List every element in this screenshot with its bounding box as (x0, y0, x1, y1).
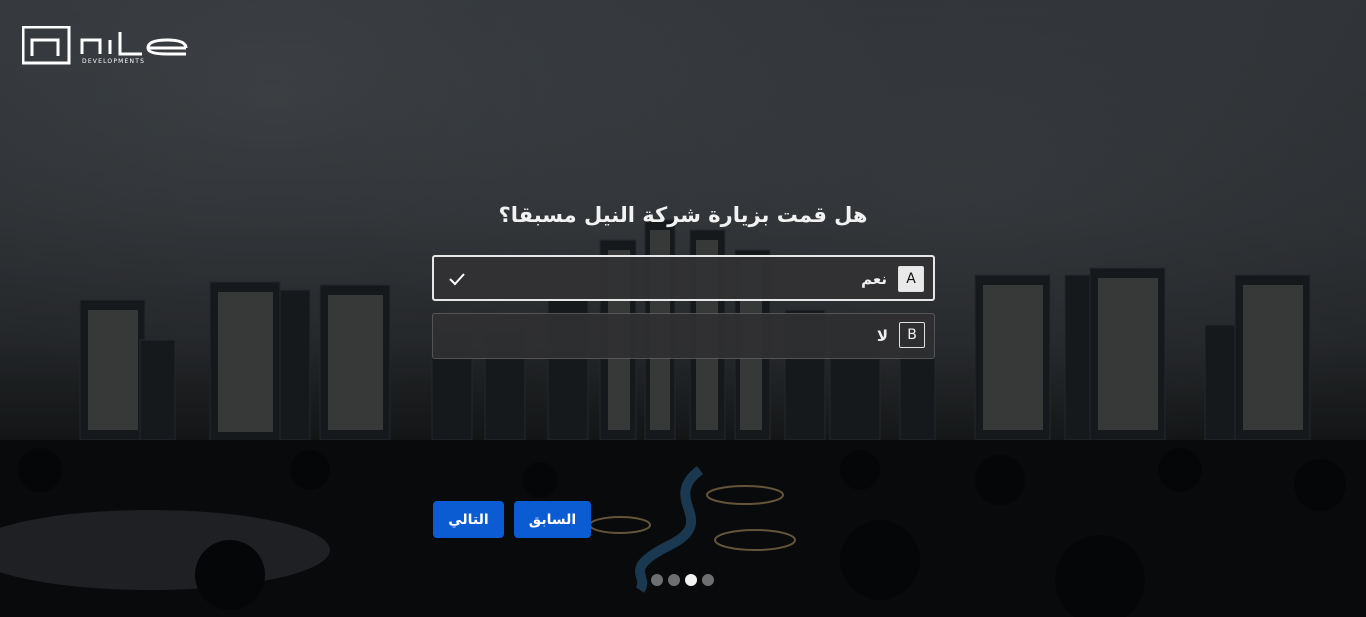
option-label-no: لا (876, 327, 888, 345)
answer-option-no[interactable]: B لا (432, 313, 935, 359)
question-text: هل قمت بزيارة شركة النيل مسبقا؟ (498, 203, 868, 227)
option-label-yes: نعم (861, 270, 887, 288)
answer-option-yes[interactable]: A نعم (432, 255, 935, 301)
pagination-dot[interactable] (668, 574, 680, 586)
pagination-dot[interactable] (651, 574, 663, 586)
option-key-a: A (898, 266, 924, 292)
pagination-dot[interactable] (702, 574, 714, 586)
nile-developments-logo[interactable]: DEVELOPMENTS (22, 26, 190, 66)
question-title: هل قمت بزيارة شركة النيل مسبقا؟ (0, 203, 1366, 227)
option-key-b: B (899, 322, 925, 348)
previous-button[interactable]: السابق (514, 501, 591, 538)
next-button[interactable]: التالي (433, 501, 504, 538)
background-dim-overlay (0, 0, 1366, 617)
checkmark-icon (449, 273, 465, 286)
pagination-dot-active[interactable] (685, 574, 697, 586)
pagination-dots (651, 574, 714, 586)
svg-text:DEVELOPMENTS: DEVELOPMENTS (82, 58, 145, 65)
